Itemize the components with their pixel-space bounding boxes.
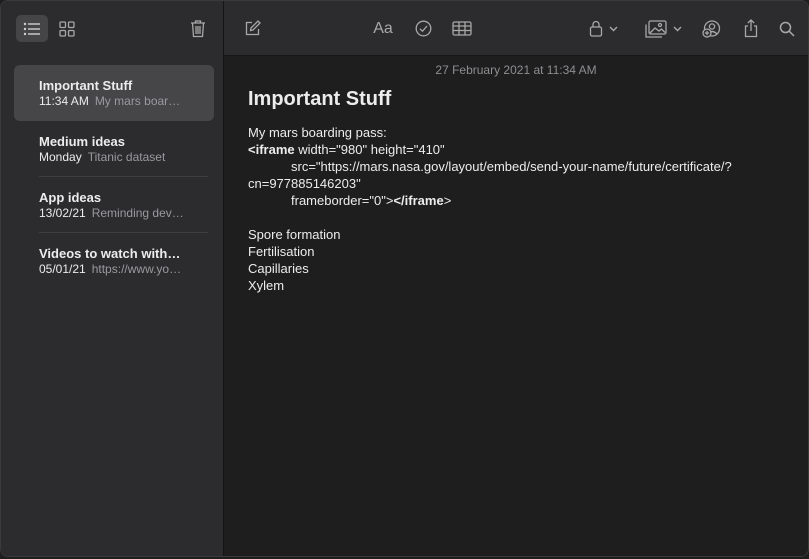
- list-item: Xylem: [248, 278, 285, 293]
- code-text: width="980" height="410": [294, 142, 445, 157]
- note-item-meta: 05/01/21 https://www.yo…: [39, 261, 199, 277]
- table-button[interactable]: [450, 15, 474, 42]
- code-text: >: [443, 193, 452, 208]
- note-title: Important Stuff: [248, 88, 392, 110]
- search-icon: [779, 21, 795, 37]
- note-body[interactable]: Important Stuff My mars boarding pass: <…: [248, 87, 794, 294]
- add-people-icon: [702, 19, 722, 38]
- checkmark-circle-icon: [415, 20, 432, 37]
- note-line: My mars boarding pass:: [248, 125, 387, 140]
- chevron-down-icon: [673, 26, 682, 32]
- photo-icon: [644, 19, 667, 38]
- note-item-title: Videos to watch with…: [39, 246, 181, 261]
- list-icon: [23, 22, 41, 36]
- note-line: src="https://mars.nasa.gov/layout/embed/…: [291, 159, 732, 174]
- collaborate-button[interactable]: [700, 15, 724, 42]
- share-icon: [744, 19, 758, 38]
- note-item-date: 13/02/21: [39, 206, 86, 220]
- code-text: frameborder="0">: [291, 193, 394, 208]
- format-label: Aa: [373, 19, 393, 37]
- note-item-meta: 11:34 AM My mars boar…: [39, 93, 199, 109]
- delete-note-button[interactable]: [184, 14, 212, 42]
- list-item: Fertilisation: [248, 244, 315, 259]
- sidebar-toolbar: [1, 1, 224, 55]
- code-tag: <iframe: [248, 142, 295, 157]
- note-editor-pane: Aa 27 February 2021 at 11:34 AM Importan…: [224, 1, 808, 556]
- grid-icon: [59, 20, 75, 37]
- trash-icon: [190, 19, 206, 38]
- note-item-date: 05/01/21: [39, 262, 86, 276]
- media-menu-button[interactable]: [641, 15, 685, 42]
- list-item: Capillaries: [248, 261, 309, 276]
- note-item-title: App ideas: [39, 190, 102, 205]
- note-line: <iframe width="980" height="410": [248, 141, 794, 158]
- note-list-item[interactable]: Medium ideas Monday Titanic dataset: [14, 121, 214, 177]
- note-list-item[interactable]: App ideas 13/02/21 Reminding dev…: [14, 177, 214, 233]
- note-list: Important Stuff 11:34 AM My mars boar… Me…: [14, 65, 214, 289]
- note-line: cn=977885146203": [248, 176, 361, 191]
- search-button[interactable]: [777, 15, 797, 42]
- code-tag: </iframe: [393, 193, 444, 208]
- format-button[interactable]: Aa: [370, 15, 396, 42]
- note-item-preview: Titanic dataset: [87, 150, 166, 164]
- note-item-title: Medium ideas: [39, 134, 125, 149]
- note-list-item[interactable]: Important Stuff 11:34 AM My mars boar…: [14, 65, 214, 121]
- note-list-item[interactable]: Videos to watch with… 05/01/21 https://ww…: [14, 233, 214, 289]
- share-button[interactable]: [741, 15, 761, 42]
- note-line: frameborder="0"></iframe>: [248, 192, 794, 209]
- table-icon: [452, 21, 472, 36]
- note-item-date: Monday: [39, 150, 82, 164]
- note-timestamp: 27 February 2021 at 11:34 AM: [435, 63, 597, 77]
- checklist-button[interactable]: [411, 15, 435, 42]
- list-view-button[interactable]: [16, 15, 48, 42]
- lock-menu-button[interactable]: [585, 15, 621, 42]
- note-item-meta: Monday Titanic dataset: [39, 149, 199, 165]
- lock-icon: [589, 20, 603, 37]
- note-item-preview: My mars boar…: [94, 94, 181, 108]
- notes-window: Important Stuff 11:34 AM My mars boar… Me…: [0, 0, 809, 557]
- note-item-date: 11:34 AM: [39, 94, 89, 108]
- sidebar: Important Stuff 11:34 AM My mars boar… Me…: [1, 1, 224, 556]
- note-item-preview: https://www.yo…: [91, 262, 182, 276]
- gallery-view-button[interactable]: [53, 15, 81, 42]
- note-item-meta: 13/02/21 Reminding dev…: [39, 205, 199, 221]
- list-item: Spore formation: [248, 227, 341, 242]
- chevron-down-icon: [609, 26, 618, 32]
- note-item-title: Important Stuff: [39, 78, 133, 93]
- new-note-button[interactable]: [240, 15, 264, 42]
- compose-icon: [244, 20, 261, 37]
- editor-toolbar: Aa: [224, 1, 808, 56]
- note-item-preview: Reminding dev…: [91, 206, 184, 220]
